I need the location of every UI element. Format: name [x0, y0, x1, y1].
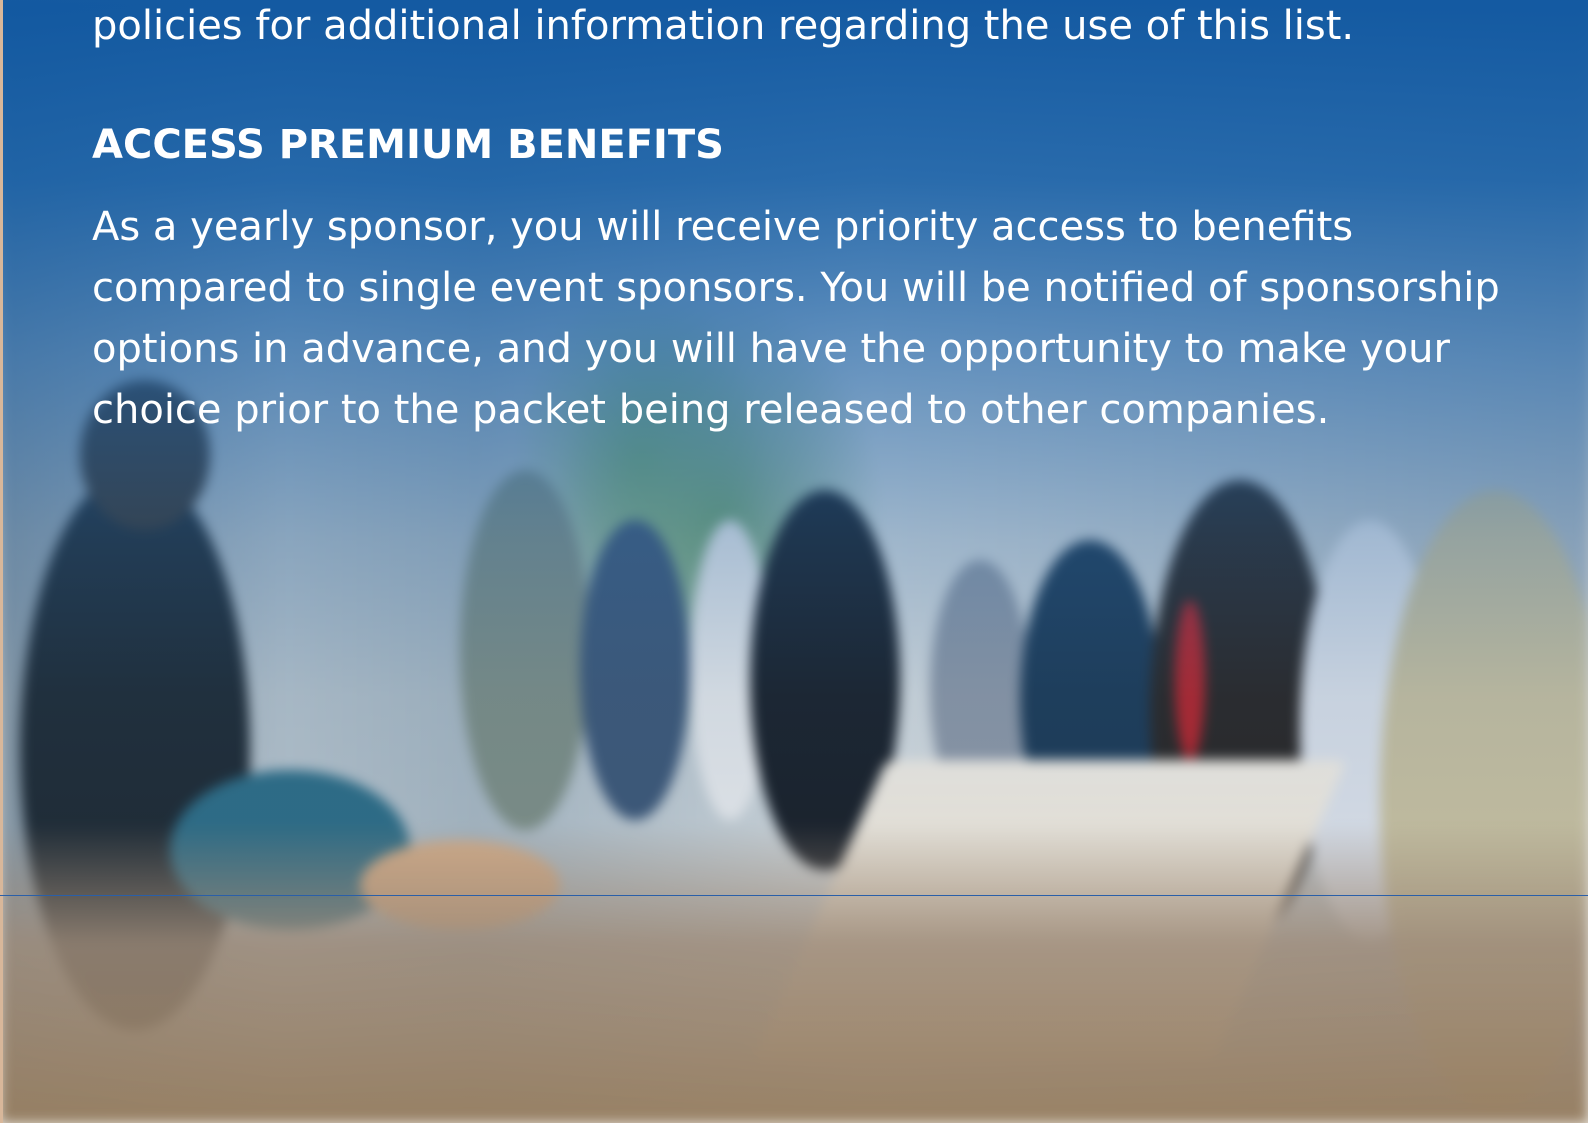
section-heading: ACCESS PREMIUM BENEFITS — [92, 122, 724, 168]
horizontal-rule — [0, 895, 1588, 896]
document-page: policies for additional information rega… — [0, 0, 1588, 1123]
intro-paragraph: policies for additional information rega… — [92, 3, 1355, 49]
section-body: As a yearly sponsor, you will receive pr… — [92, 204, 1500, 433]
left-edge-strip — [0, 0, 3, 1123]
